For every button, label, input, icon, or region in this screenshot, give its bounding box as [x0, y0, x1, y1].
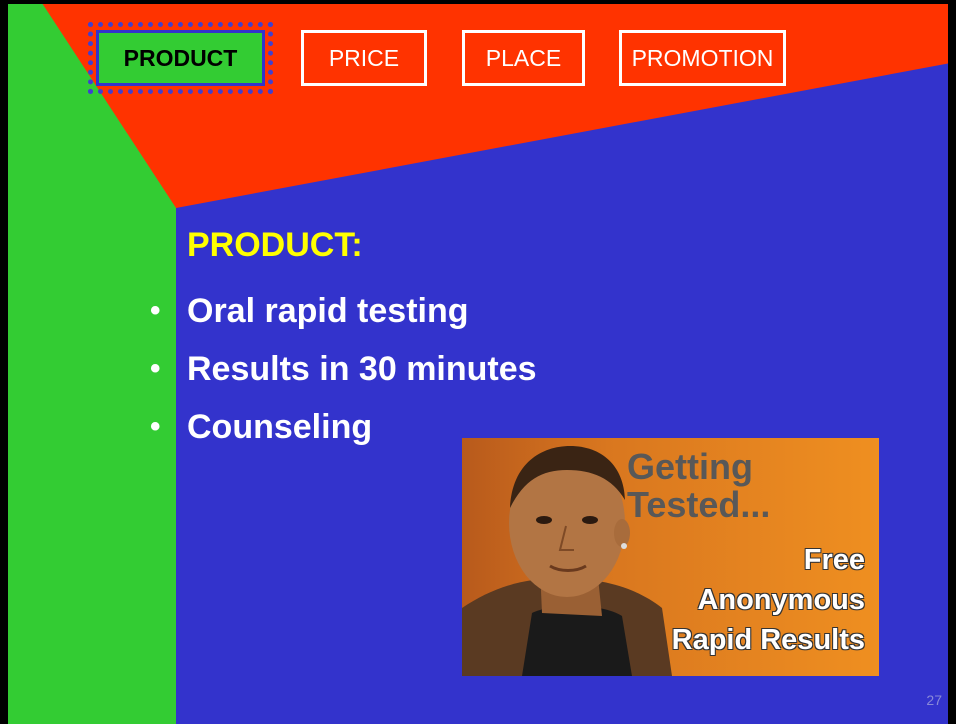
left-eye — [536, 516, 552, 524]
page-number: 27 — [926, 692, 942, 708]
bullet-icon: • — [150, 352, 161, 385]
image-title-line2: Tested... — [627, 484, 771, 525]
list-item: • Results in 30 minutes — [150, 340, 537, 398]
slide: PRODUCT PRICE PLACE PROMOTION PRODUCT: •… — [0, 0, 956, 724]
slide-border-right — [948, 0, 956, 724]
list-item: • Oral rapid testing — [150, 282, 537, 340]
bullet-text: Results in 30 minutes — [187, 349, 537, 388]
right-eye — [582, 516, 598, 524]
bullet-list: • Oral rapid testing • Results in 30 min… — [150, 282, 537, 456]
tab-price[interactable]: PRICE — [301, 30, 427, 86]
bullet-text: Oral rapid testing — [187, 291, 469, 330]
bullet-text: Counseling — [187, 407, 373, 446]
shirt-shape — [522, 605, 632, 676]
bullet-icon: • — [150, 410, 161, 443]
image-title-line1: Getting — [627, 446, 753, 487]
image-line-free: Free — [803, 544, 865, 576]
bullet-icon: • — [150, 294, 161, 327]
earring-shape — [621, 543, 627, 549]
getting-tested-image: Getting Tested... Free Anonymous Rapid R… — [462, 438, 879, 676]
image-line-anonymous: Anonymous — [697, 584, 865, 616]
tab-promotion[interactable]: PROMOTION — [619, 30, 786, 86]
tab-product[interactable]: PRODUCT — [88, 22, 273, 94]
slide-border-top — [0, 0, 956, 4]
slide-border-left — [0, 0, 8, 724]
tab-place[interactable]: PLACE — [462, 30, 585, 86]
section-heading: PRODUCT: — [187, 226, 363, 264]
image-line-rapid-results: Rapid Results — [671, 624, 865, 656]
